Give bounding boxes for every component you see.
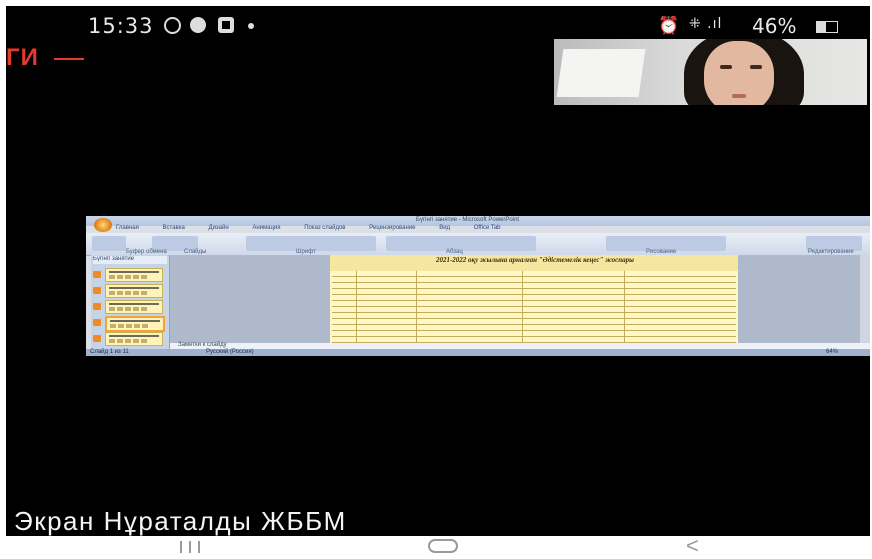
slides-panel-tab[interactable]: Бүгінгі занятие xyxy=(93,256,167,264)
battery-icon xyxy=(816,21,838,33)
slide-counter: Слайд 1 из 11 xyxy=(90,349,129,355)
ribbon: Буфер обмена Слайды Шрифт Абзац Рисовани… xyxy=(86,233,870,256)
vertical-scrollbar[interactable] xyxy=(860,255,870,343)
gallery-icon xyxy=(218,17,234,33)
zoom-level[interactable]: 64% xyxy=(826,349,838,355)
dot-icon xyxy=(248,23,254,29)
home-icon[interactable] xyxy=(428,539,458,553)
slide-table xyxy=(332,271,736,343)
battery-percent: 46% xyxy=(752,14,797,38)
recent-apps-icon[interactable] xyxy=(180,541,202,553)
participant-video-tile[interactable] xyxy=(554,39,867,105)
slide-thumbnail[interactable] xyxy=(105,284,163,298)
slide: 2021-2022 оқу жылына арналған "Әдістемел… xyxy=(330,255,738,343)
chrome-icon xyxy=(190,17,206,33)
shared-screen[interactable]: Бүгінгі занятие - Microsoft PowerPoint Г… xyxy=(86,216,870,356)
ribbon-tab[interactable]: Вставка xyxy=(163,225,185,231)
slide-canvas[interactable]: 2021-2022 оқу жылына арналған "Әдістемел… xyxy=(170,255,870,343)
notes-placeholder: Заметки к слайду xyxy=(178,342,227,348)
ribbon-tab[interactable]: Office Tab xyxy=(474,225,501,231)
paper-sheet xyxy=(556,49,646,97)
slide-thumbnail[interactable] xyxy=(105,332,163,346)
alarm-icon: ⏰ xyxy=(658,16,680,35)
window-title: Бүгінгі занятие - Microsoft PowerPoint xyxy=(416,217,520,223)
app-status-bar: Слайд 1 из 11 Русский (Россия) 64% xyxy=(86,349,870,356)
app-title: ГИ xyxy=(6,44,84,71)
slides-panel: Бүгінгі занятие xyxy=(91,255,170,349)
ribbon-tab[interactable]: Анимация xyxy=(252,225,280,231)
slide-thumbnail[interactable] xyxy=(105,268,163,282)
signal-icon: ⁜ .ıl xyxy=(689,16,723,32)
ribbon-tab[interactable]: Показ слайдов xyxy=(304,225,345,231)
slide-title: 2021-2022 оқу жылына арналған "Әдістемел… xyxy=(435,256,635,264)
status-time: 15:33 xyxy=(88,14,154,38)
screen-share-caption: Экран Нұраталды ЖББМ xyxy=(14,506,347,536)
office-button[interactable] xyxy=(94,218,112,232)
system-nav-bar: < xyxy=(0,533,872,559)
ribbon-tab[interactable]: Рецензирование xyxy=(369,225,415,231)
ribbon-tab[interactable]: Вид xyxy=(439,225,450,231)
ribbon-tab[interactable]: Главная xyxy=(116,225,139,231)
ribbon-tab[interactable]: Дизайн xyxy=(209,225,229,231)
language-indicator: Русский (Россия) xyxy=(206,349,254,355)
phone-screen: 15:33 ⏰ ⁜ .ıl 46% ГИ Бүгінгі занятие - M… xyxy=(6,6,870,536)
paste-button[interactable] xyxy=(92,236,126,251)
whatsapp-icon xyxy=(164,17,181,34)
slide-thumbnail-selected[interactable] xyxy=(105,316,165,332)
slide-thumbnail[interactable] xyxy=(105,300,163,314)
back-icon[interactable]: < xyxy=(686,533,699,559)
